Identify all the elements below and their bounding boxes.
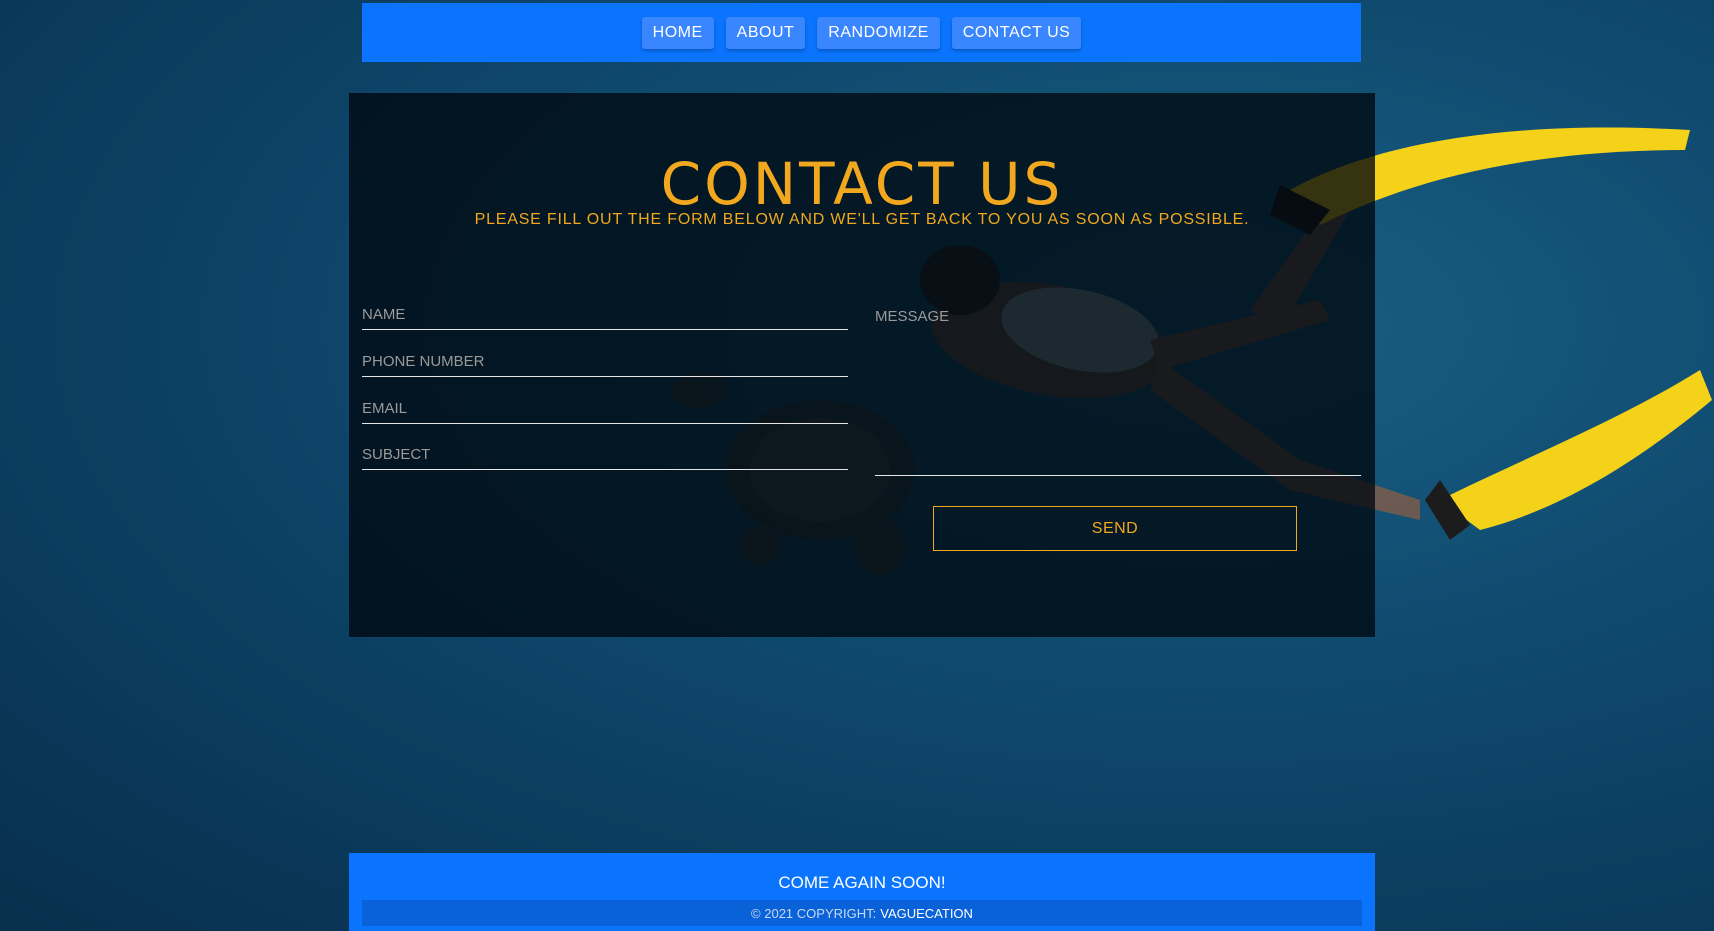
brand-link[interactable]: VAGUECATION — [880, 906, 973, 921]
nav-about-button[interactable]: ABOUT — [725, 16, 806, 49]
footer: COME AGAIN SOON! © 2021 COPYRIGHT: VAGUE… — [349, 853, 1375, 931]
copyright-bar: © 2021 COPYRIGHT: VAGUECATION — [362, 900, 1362, 926]
phone-number-field[interactable] — [362, 346, 848, 377]
top-navigation: HOME ABOUT RANDOMIZE CONTACT US — [362, 3, 1361, 62]
copyright-text: © 2021 COPYRIGHT: — [751, 905, 877, 921]
page-title: CONTACT US — [660, 149, 1064, 218]
email-field[interactable] — [362, 393, 848, 424]
contact-panel: CONTACT US PLEASE FILL OUT THE FORM BELO… — [349, 93, 1375, 637]
page-subtitle: PLEASE FILL OUT THE FORM BELOW AND WE'LL… — [474, 211, 1250, 228]
message-field[interactable] — [875, 300, 1361, 476]
name-field[interactable] — [362, 299, 848, 330]
nav-home-button[interactable]: HOME — [641, 16, 714, 49]
footer-message: COME AGAIN SOON! — [778, 873, 946, 892]
send-button[interactable]: SEND — [933, 506, 1297, 551]
nav-randomize-button[interactable]: RANDOMIZE — [817, 16, 940, 49]
subject-field[interactable] — [362, 439, 848, 470]
nav-contact-us-button[interactable]: CONTACT US — [951, 16, 1082, 49]
